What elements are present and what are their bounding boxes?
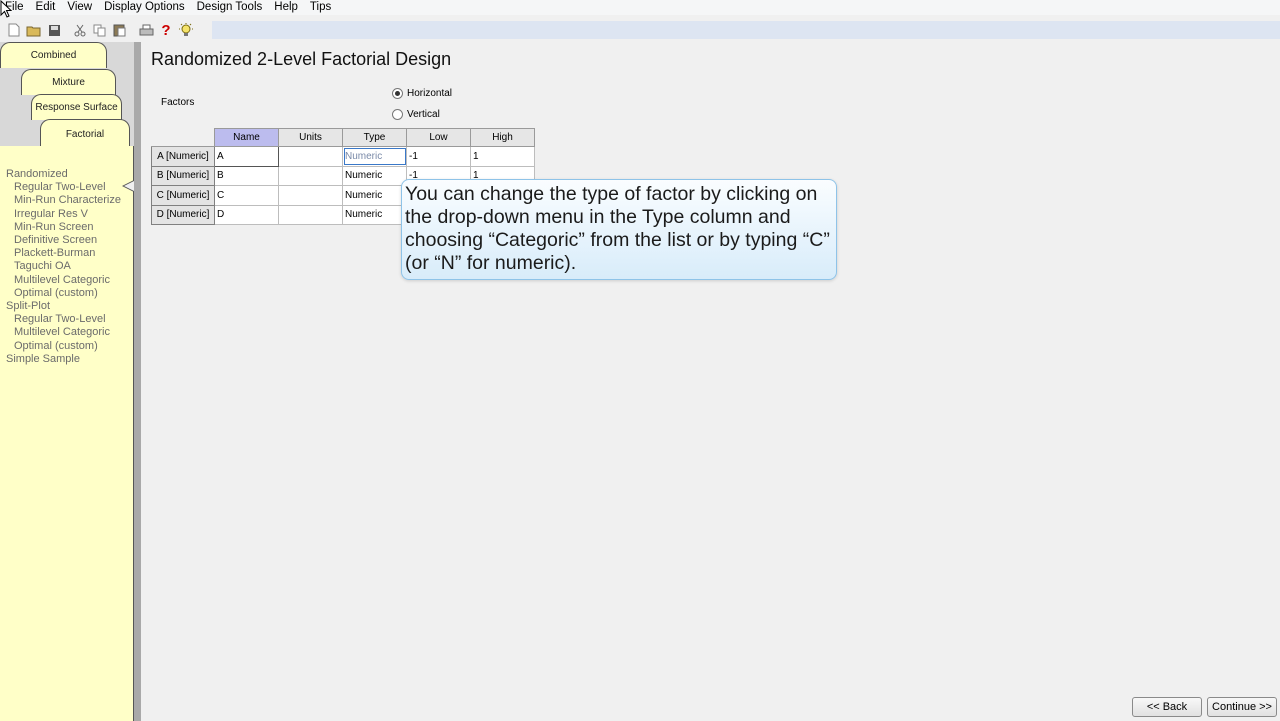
- cell-name[interactable]: C: [214, 185, 279, 206]
- save-icon[interactable]: [44, 20, 64, 40]
- tab-response-surface[interactable]: Response Surface: [31, 94, 122, 120]
- tree-item-min-run-screen[interactable]: Min-Run Screen: [6, 221, 121, 234]
- tree-item-min-run-characterize[interactable]: Min-Run Characterize: [6, 194, 121, 207]
- tree-item-split-optimal-custom[interactable]: Optimal (custom): [6, 340, 121, 353]
- tree-item-taguchi-oa[interactable]: Taguchi OA: [6, 260, 121, 273]
- paste-icon[interactable]: [110, 20, 130, 40]
- cell-type[interactable]: Numeric: [342, 146, 407, 167]
- menu-design-tools[interactable]: Design Tools: [191, 0, 269, 15]
- tree-item-split-regular-two-level[interactable]: Regular Two-Level: [6, 313, 121, 326]
- cell-units[interactable]: [278, 146, 343, 167]
- cell-name[interactable]: D: [214, 204, 279, 225]
- row-header-a[interactable]: A [Numeric]: [151, 146, 215, 167]
- menu-help[interactable]: Help: [268, 0, 304, 15]
- table-row: A [Numeric] A Numeric -1 1: [151, 146, 535, 167]
- tree-item-split-multilevel-categoric[interactable]: Multilevel Categoric: [6, 326, 121, 339]
- cut-icon[interactable]: [70, 20, 90, 40]
- tree-item-regular-two-level[interactable]: Regular Two-Level: [6, 181, 121, 194]
- cell-type[interactable]: Numeric: [342, 204, 407, 225]
- radio-horizontal-label: Horizontal: [407, 88, 453, 99]
- tree-item-multilevel-categoric[interactable]: Multilevel Categoric: [6, 274, 121, 287]
- radio-vertical-label: Vertical: [407, 109, 440, 120]
- tab-factorial[interactable]: Factorial: [40, 119, 130, 148]
- continue-button[interactable]: Continue >>: [1207, 697, 1277, 717]
- cell-name[interactable]: B: [214, 165, 279, 186]
- menu-display-options[interactable]: Display Options: [98, 0, 191, 15]
- menu-edit[interactable]: Edit: [30, 0, 62, 15]
- grid-corner: [151, 128, 215, 147]
- tree-item-randomized[interactable]: Randomized: [6, 168, 121, 181]
- col-header-high[interactable]: High: [470, 128, 535, 147]
- new-file-icon[interactable]: [4, 20, 24, 40]
- row-header-c[interactable]: C [Numeric]: [151, 185, 215, 206]
- back-button[interactable]: << Back: [1132, 697, 1202, 717]
- tip-callout: You can change the type of factor by cli…: [401, 179, 837, 280]
- radio-horizontal[interactable]: [392, 88, 403, 99]
- row-header-b[interactable]: B [Numeric]: [151, 165, 215, 186]
- panel-divider[interactable]: [134, 42, 141, 721]
- menu-bar: File Edit View Display Options Design To…: [0, 0, 1280, 15]
- row-header-d[interactable]: D [Numeric]: [151, 204, 215, 225]
- tree-item-plackett-burman[interactable]: Plackett-Burman: [6, 247, 121, 260]
- tab-mixture[interactable]: Mixture: [21, 69, 116, 95]
- open-folder-icon[interactable]: [24, 20, 44, 40]
- copy-icon[interactable]: [90, 20, 110, 40]
- print-icon[interactable]: [136, 20, 156, 40]
- design-tree: Randomized Regular Two-Level Min-Run Cha…: [6, 168, 121, 366]
- tree-item-definitive-screen[interactable]: Definitive Screen: [6, 234, 121, 247]
- cell-units[interactable]: [278, 185, 343, 206]
- cell-low[interactable]: -1: [406, 146, 471, 167]
- toolbar: ?: [0, 19, 1280, 41]
- orientation-horizontal[interactable]: Horizontal: [392, 88, 452, 99]
- cell-type[interactable]: Numeric: [342, 165, 407, 186]
- toolbar-filler: [212, 21, 1280, 39]
- help-icon[interactable]: ?: [156, 20, 176, 40]
- menu-view[interactable]: View: [61, 0, 98, 15]
- col-header-low[interactable]: Low: [406, 128, 471, 147]
- factors-label: Factors: [161, 97, 195, 108]
- cell-name[interactable]: A: [214, 146, 279, 167]
- design-type-panel: Combined Mixture Response Surface Factor…: [0, 42, 141, 721]
- page-title: Randomized 2-Level Factorial Design: [151, 49, 452, 69]
- tab-combined[interactable]: Combined: [0, 42, 107, 68]
- tree-item-simple-sample[interactable]: Simple Sample: [6, 353, 121, 366]
- cell-type[interactable]: Numeric: [342, 185, 407, 206]
- col-header-name[interactable]: Name: [214, 128, 279, 147]
- col-header-units[interactable]: Units: [278, 128, 343, 147]
- radio-vertical[interactable]: [392, 109, 403, 120]
- cell-high[interactable]: 1: [470, 146, 535, 167]
- cell-units[interactable]: [278, 165, 343, 186]
- cell-units[interactable]: [278, 204, 343, 225]
- orientation-vertical[interactable]: Vertical: [392, 109, 440, 120]
- tree-item-split-plot[interactable]: Split-Plot: [6, 300, 121, 313]
- menu-tips[interactable]: Tips: [304, 0, 337, 15]
- tip-bulb-icon[interactable]: [176, 20, 196, 40]
- col-header-type[interactable]: Type: [342, 128, 407, 147]
- mouse-cursor-icon: [0, 0, 12, 18]
- tree-item-irregular-res-v[interactable]: Irregular Res V: [6, 208, 121, 221]
- tree-item-optimal-custom[interactable]: Optimal (custom): [6, 287, 121, 300]
